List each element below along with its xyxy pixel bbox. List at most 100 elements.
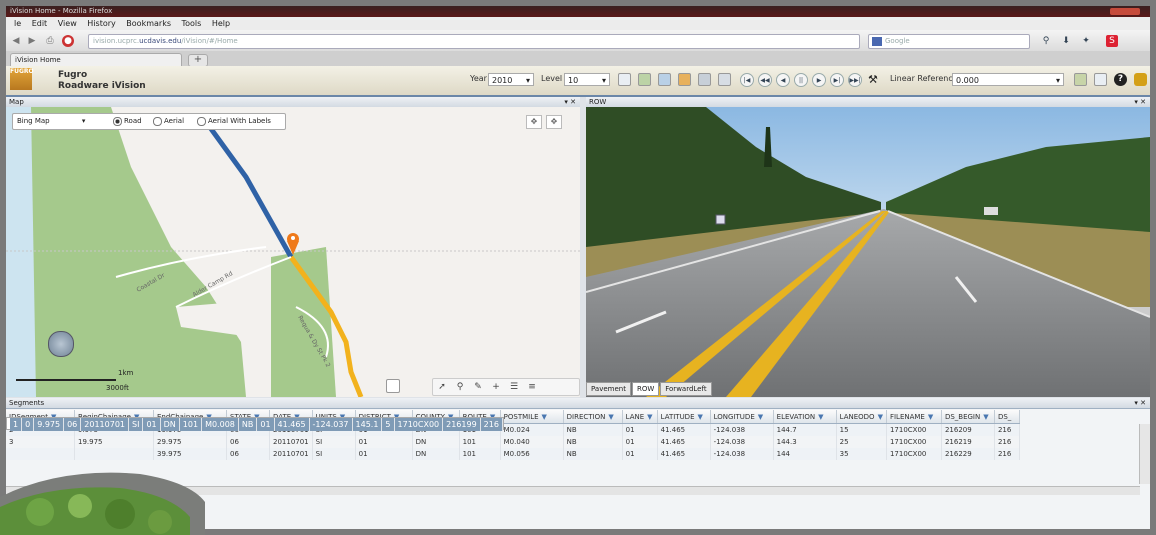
menu-view[interactable]: View — [58, 19, 77, 28]
chevron-down-icon: ▾ — [601, 76, 606, 85]
filter-icon[interactable]: ▼ — [608, 413, 613, 421]
email-icon[interactable] — [1094, 73, 1107, 86]
filter-icon[interactable]: ▼ — [878, 413, 883, 421]
layers-icon[interactable]: ≡ — [523, 379, 541, 395]
layer-tool-icon[interactable] — [658, 73, 671, 86]
table-cell: 01 — [622, 424, 658, 436]
pointer-icon[interactable]: ➚ — [433, 379, 451, 395]
list-icon[interactable]: ☰ — [505, 379, 523, 395]
print-icon[interactable]: ⎙ — [44, 35, 56, 47]
filter-icon[interactable]: ▼ — [698, 413, 703, 421]
menu-tools[interactable]: Tools — [182, 19, 202, 28]
table-cell: 1710CX00 — [886, 424, 942, 436]
column-header[interactable]: FILENAME ▼ — [886, 410, 942, 424]
search-icon[interactable]: ⚲ — [1040, 35, 1052, 47]
basemap-value: Bing Map — [17, 117, 50, 125]
addon-icon[interactable]: ● — [62, 35, 74, 47]
filter-icon[interactable]: ▼ — [818, 413, 823, 421]
search-input[interactable]: Google — [868, 34, 1030, 49]
menu-bookmarks[interactable]: Bookmarks — [126, 19, 171, 28]
table-cell: 01 — [355, 436, 413, 448]
column-header-label: LANEODO — [839, 412, 875, 421]
level-select[interactable]: 10 ▾ — [564, 73, 610, 86]
next-frame-button[interactable]: ▶| — [830, 73, 844, 87]
chart-tool-icon[interactable] — [678, 73, 691, 86]
column-header[interactable]: DIRECTION ▼ — [563, 410, 623, 424]
filter-icon[interactable]: ▼ — [983, 413, 988, 421]
search-icon[interactable]: ⚲ — [451, 379, 469, 395]
url-bar[interactable]: ivision.ucprc.ucdavis.edu/iVision/#/Home — [88, 34, 860, 49]
column-header[interactable]: LANE ▼ — [622, 410, 658, 424]
help-icon[interactable]: ? — [1114, 73, 1127, 86]
table-cell: 144.7 — [773, 424, 837, 436]
map-view[interactable]: Coastal Dr Alder Camp Rd Requa & Dy St P… — [6, 107, 580, 397]
addon-menu-icon[interactable]: ✦ — [1080, 35, 1092, 47]
tab-forwardleft[interactable]: ForwardLeft — [660, 382, 712, 396]
filter-icon[interactable]: ▼ — [758, 413, 763, 421]
browser-tab-ivision-home[interactable]: iVision Home — [10, 53, 182, 66]
aerial-option[interactable]: Aerial — [153, 114, 184, 129]
menu-file[interactable]: le — [14, 19, 21, 28]
compass-icon[interactable] — [48, 331, 74, 357]
aerial-labels-option[interactable]: Aerial With Labels — [197, 114, 271, 129]
road-option[interactable]: Road — [113, 114, 142, 129]
column-header[interactable]: ELEVATION ▼ — [773, 410, 837, 424]
column-header[interactable]: DS_BEGIN ▼ — [941, 410, 995, 424]
step-back-button[interactable]: ◀◀ — [758, 73, 772, 87]
pan-icon[interactable]: ✥ — [526, 115, 542, 129]
table-cell: -124.037 — [309, 418, 353, 431]
back-icon[interactable]: ◀ — [10, 35, 22, 47]
first-frame-button[interactable]: |◀ — [740, 73, 754, 87]
basemap-select[interactable]: Bing Map ▾ — [17, 114, 85, 129]
tools-icon[interactable]: ⚒ — [868, 73, 881, 86]
export-icon[interactable] — [1074, 73, 1087, 86]
column-header[interactable]: LATITUDE ▼ — [657, 410, 711, 424]
filter-icon[interactable]: ▼ — [928, 413, 933, 421]
menu-edit[interactable]: Edit — [32, 19, 48, 28]
table-row[interactable]: 39.975 06 20110701 SI 01 DN 101 M0.056 NB 01 41.46… — [6, 448, 1020, 460]
column-header[interactable]: POSTMILE ▼ — [500, 410, 564, 424]
grid-tool-icon[interactable] — [698, 73, 711, 86]
table-cell: 1 — [10, 418, 23, 431]
segments-pane-title: Segments — [9, 399, 45, 407]
camera-tool-icon[interactable] — [718, 73, 731, 86]
menu-history[interactable]: History — [87, 19, 115, 28]
zoom-extent-icon[interactable] — [386, 379, 400, 393]
filter-icon[interactable]: ▼ — [542, 413, 547, 421]
window-title: iVision Home - Mozilla Firefox — [10, 7, 113, 15]
print-tool-icon[interactable] — [618, 73, 631, 86]
year-select[interactable]: 2010 ▾ — [488, 73, 534, 86]
filter-icon[interactable]: ▼ — [647, 413, 652, 421]
close-icon[interactable]: ▾ ✕ — [564, 97, 576, 107]
edit-icon[interactable]: ✎ — [469, 379, 487, 395]
table-row[interactable]: 1 0 9.975 06 20110701 SI 01 DN 101 M0.008 NB 01 41.4… — [6, 417, 504, 431]
close-icon[interactable]: ▾ ✕ — [1134, 97, 1146, 107]
column-header-label: DS_BEGIN — [944, 412, 981, 421]
url-suffix: /iVision/#/Home — [181, 37, 238, 45]
vertical-scrollbar[interactable] — [1139, 424, 1150, 484]
linear-reference-input[interactable]: 0.000 ▾ — [952, 73, 1064, 86]
table-cell: 101 — [459, 448, 501, 460]
user-icon[interactable] — [1134, 73, 1147, 86]
window-controls[interactable] — [1110, 8, 1140, 15]
column-header[interactable]: LANEODO ▼ — [836, 410, 887, 424]
table-row[interactable]: 3 19.975 29.975 06 20110701 SI 01 DN 101 M0.040 NB… — [6, 436, 1020, 448]
addon-s-icon[interactable]: S — [1106, 35, 1118, 47]
tab-pavement[interactable]: Pavement — [586, 382, 631, 396]
table-cell: 41.465 — [657, 424, 711, 436]
play-button[interactable]: ▶ — [812, 73, 826, 87]
map-tool-icon[interactable] — [638, 73, 651, 86]
pause-button[interactable]: || — [794, 73, 808, 87]
row-image-view[interactable] — [586, 107, 1150, 397]
forward-icon[interactable]: ▶ — [26, 35, 38, 47]
add-icon[interactable]: + — [487, 379, 505, 395]
menu-help[interactable]: Help — [212, 19, 230, 28]
download-icon[interactable]: ⬇ — [1060, 35, 1072, 47]
column-header[interactable]: LONGITUDE ▼ — [710, 410, 774, 424]
move-icon[interactable]: ✥ — [546, 115, 562, 129]
last-frame-button[interactable]: ▶▶| — [848, 73, 862, 87]
prev-frame-button[interactable]: ◀ — [776, 73, 790, 87]
tab-row[interactable]: ROW — [631, 382, 660, 396]
close-icon[interactable]: ▾ ✕ — [1134, 398, 1146, 408]
column-header[interactable]: DS_ — [994, 410, 1020, 424]
